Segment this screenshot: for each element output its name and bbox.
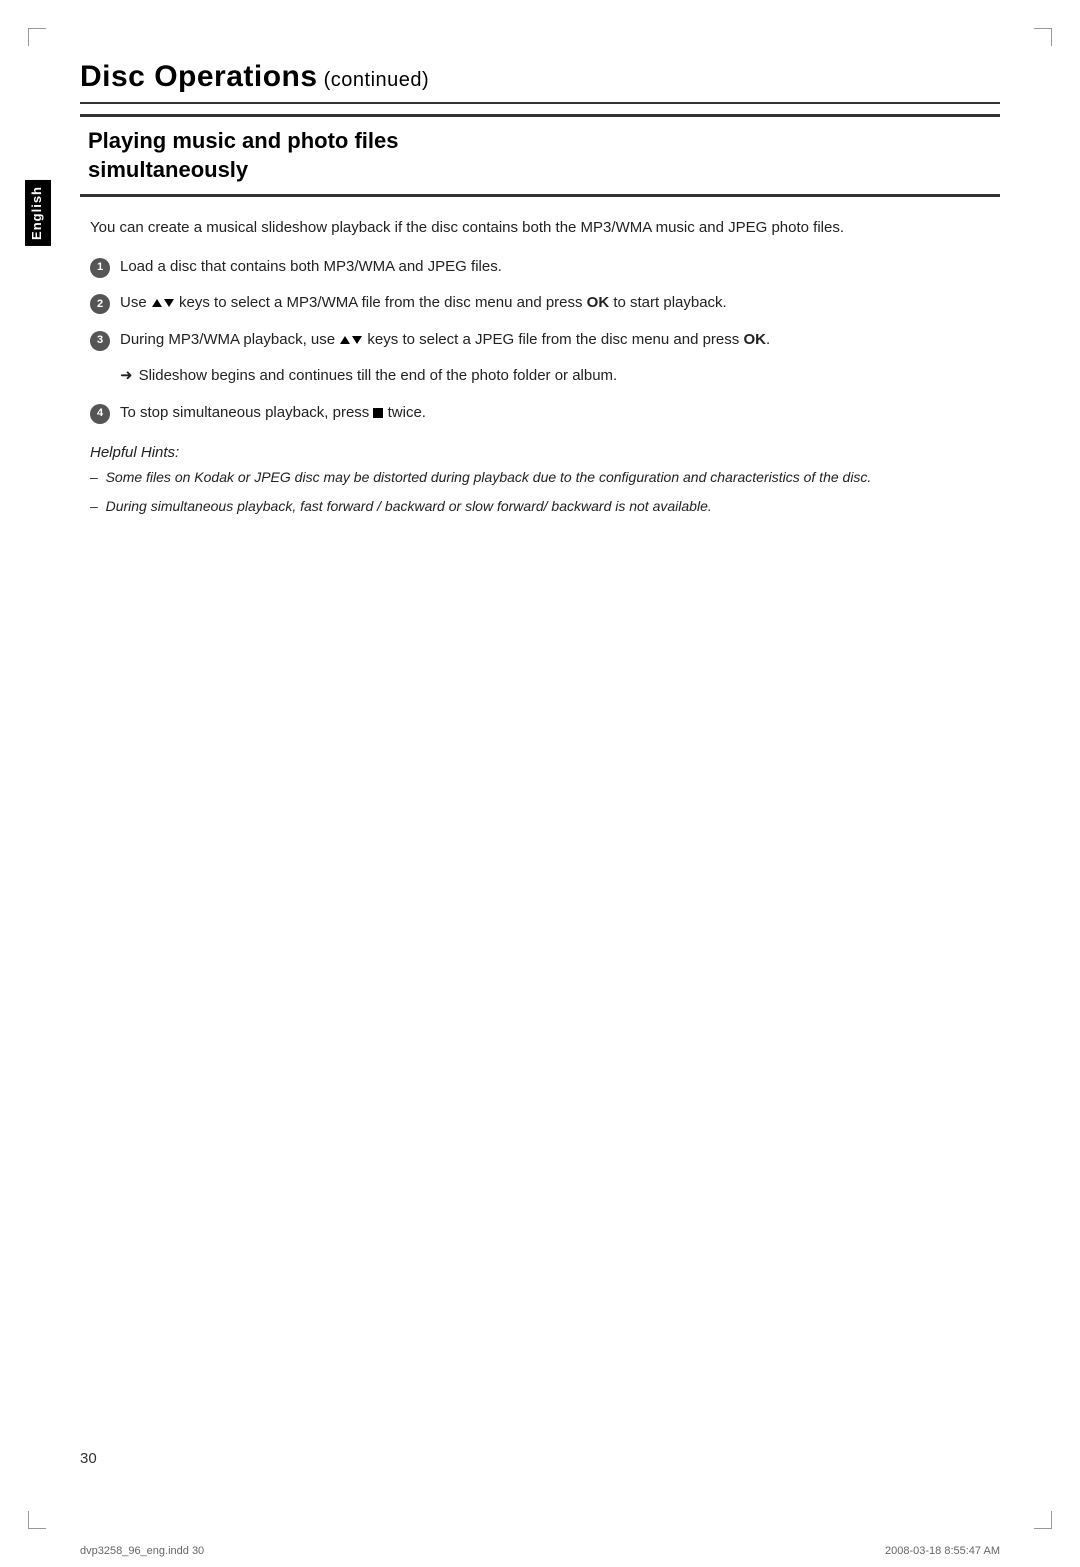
- hint-item-1: – Some files on Kodak or JPEG disc may b…: [90, 467, 1000, 488]
- step-2-number: 2: [90, 294, 110, 314]
- page-title-text: Disc Operations: [80, 60, 318, 93]
- section-header: Playing music and photo files simultaneo…: [80, 114, 1000, 197]
- hints-title: Helpful Hints:: [90, 444, 1000, 461]
- section-title-line1: Playing music and photo files: [88, 128, 399, 153]
- corner-mark-br: [1034, 1511, 1052, 1529]
- arrow-note-text: Slideshow begins and continues till the …: [139, 365, 618, 388]
- content-area: English Disc Operations (continued) Play…: [80, 60, 1000, 1487]
- hint-text-2: During simultaneous playback, fast forwa…: [106, 498, 712, 514]
- step-1-number: 1: [90, 258, 110, 278]
- corner-mark-bl: [28, 1511, 46, 1529]
- page-title: Disc Operations (continued): [80, 60, 429, 93]
- intro-text: You can create a musical slideshow playb…: [90, 217, 1000, 240]
- page-title-continued: (continued): [318, 69, 430, 91]
- hints-section: Helpful Hints: – Some files on Kodak or …: [90, 444, 1000, 517]
- hint-item-2: – During simultaneous playback, fast for…: [90, 496, 1000, 517]
- section-title-line2: simultaneously: [88, 157, 248, 182]
- up-arrow-icon-2: [340, 336, 350, 344]
- step-2-text: Use keys to select a MP3/WMA file from t…: [120, 292, 1000, 315]
- corner-mark-tr: [1034, 28, 1052, 46]
- corner-mark-tl: [28, 28, 46, 46]
- step-1: 1 Load a disc that contains both MP3/WMA…: [90, 256, 1000, 279]
- stop-square-icon: [373, 408, 383, 418]
- up-arrow-icon: [152, 299, 162, 307]
- page-number: 30: [80, 1450, 97, 1467]
- step-3-arrow-note: ➜ Slideshow begins and continues till th…: [120, 365, 1000, 388]
- step-4: 4 To stop simultaneous playback, press t…: [90, 402, 1000, 425]
- step-4-number: 4: [90, 404, 110, 424]
- arrow-char: ➜: [120, 365, 133, 388]
- step-1-text: Load a disc that contains both MP3/WMA a…: [120, 256, 1000, 279]
- page-title-area: Disc Operations (continued): [80, 60, 1000, 104]
- down-arrow-icon: [164, 299, 174, 307]
- step-3-text: During MP3/WMA playback, use keys to sel…: [120, 329, 1000, 352]
- step-3: 3 During MP3/WMA playback, use keys to s…: [90, 329, 1000, 352]
- hint-text-1: Some files on Kodak or JPEG disc may be …: [106, 469, 872, 485]
- step-2: 2 Use keys to select a MP3/WMA file from…: [90, 292, 1000, 315]
- section-title: Playing music and photo files simultaneo…: [88, 127, 992, 184]
- steps-container: 1 Load a disc that contains both MP3/WMA…: [90, 256, 1000, 425]
- footer-left: dvp3258_96_eng.indd 30: [80, 1545, 204, 1557]
- step-3-number: 3: [90, 331, 110, 351]
- footer-right: 2008-03-18 8:55:47 AM: [885, 1545, 1000, 1557]
- down-arrow-icon-2: [352, 336, 362, 344]
- page: English Disc Operations (continued) Play…: [0, 0, 1080, 1567]
- sidebar-language-label: English: [25, 180, 51, 246]
- step-4-text: To stop simultaneous playback, press twi…: [120, 402, 1000, 425]
